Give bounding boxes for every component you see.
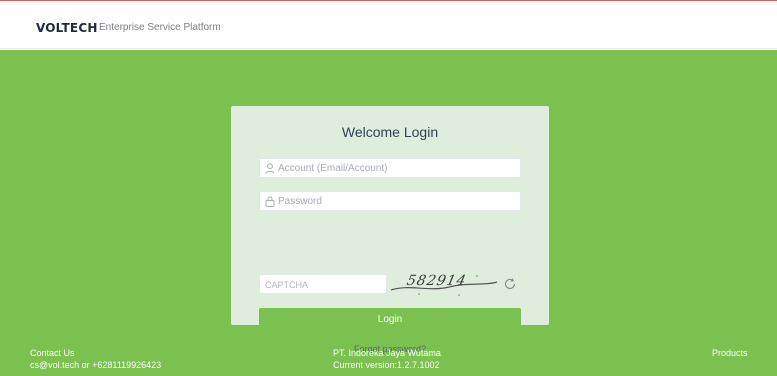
captcha-code: 582914	[405, 273, 469, 289]
platform-subtitle: Enterprise Service Platform	[99, 22, 221, 33]
company-section: PT. Indoreka Jaya Wutama Current version…	[333, 347, 441, 371]
products-link[interactable]: Products	[712, 347, 748, 359]
captcha-image[interactable]: 582914	[389, 270, 499, 298]
header: VOLTECH Enterprise Service Platform	[0, 1, 777, 49]
login-title: Welcome Login	[341, 124, 439, 140]
company-name: PT. Indoreka Jaya Wutama	[333, 348, 441, 358]
captcha-field[interactable]	[259, 274, 387, 294]
refresh-icon[interactable]	[503, 277, 517, 291]
main-area: Welcome Login 582914	[0, 50, 777, 376]
account-input[interactable]	[260, 159, 520, 177]
login-card: Welcome Login 582914	[231, 106, 549, 354]
contact-section: Contact Us cs@vol.tech or +6281119926423	[30, 347, 161, 371]
captcha-input[interactable]	[260, 276, 386, 294]
logo[interactable]: VOLTECH	[36, 21, 98, 35]
account-field[interactable]	[259, 158, 521, 178]
contact-title: Contact Us	[30, 348, 75, 358]
version-text: Current version:1.2.7.1002	[333, 360, 440, 370]
contact-info: cs@vol.tech or +6281119926423	[30, 360, 162, 370]
password-field[interactable]	[259, 191, 521, 211]
password-input[interactable]	[260, 192, 520, 210]
login-button[interactable]: Login	[259, 308, 521, 330]
